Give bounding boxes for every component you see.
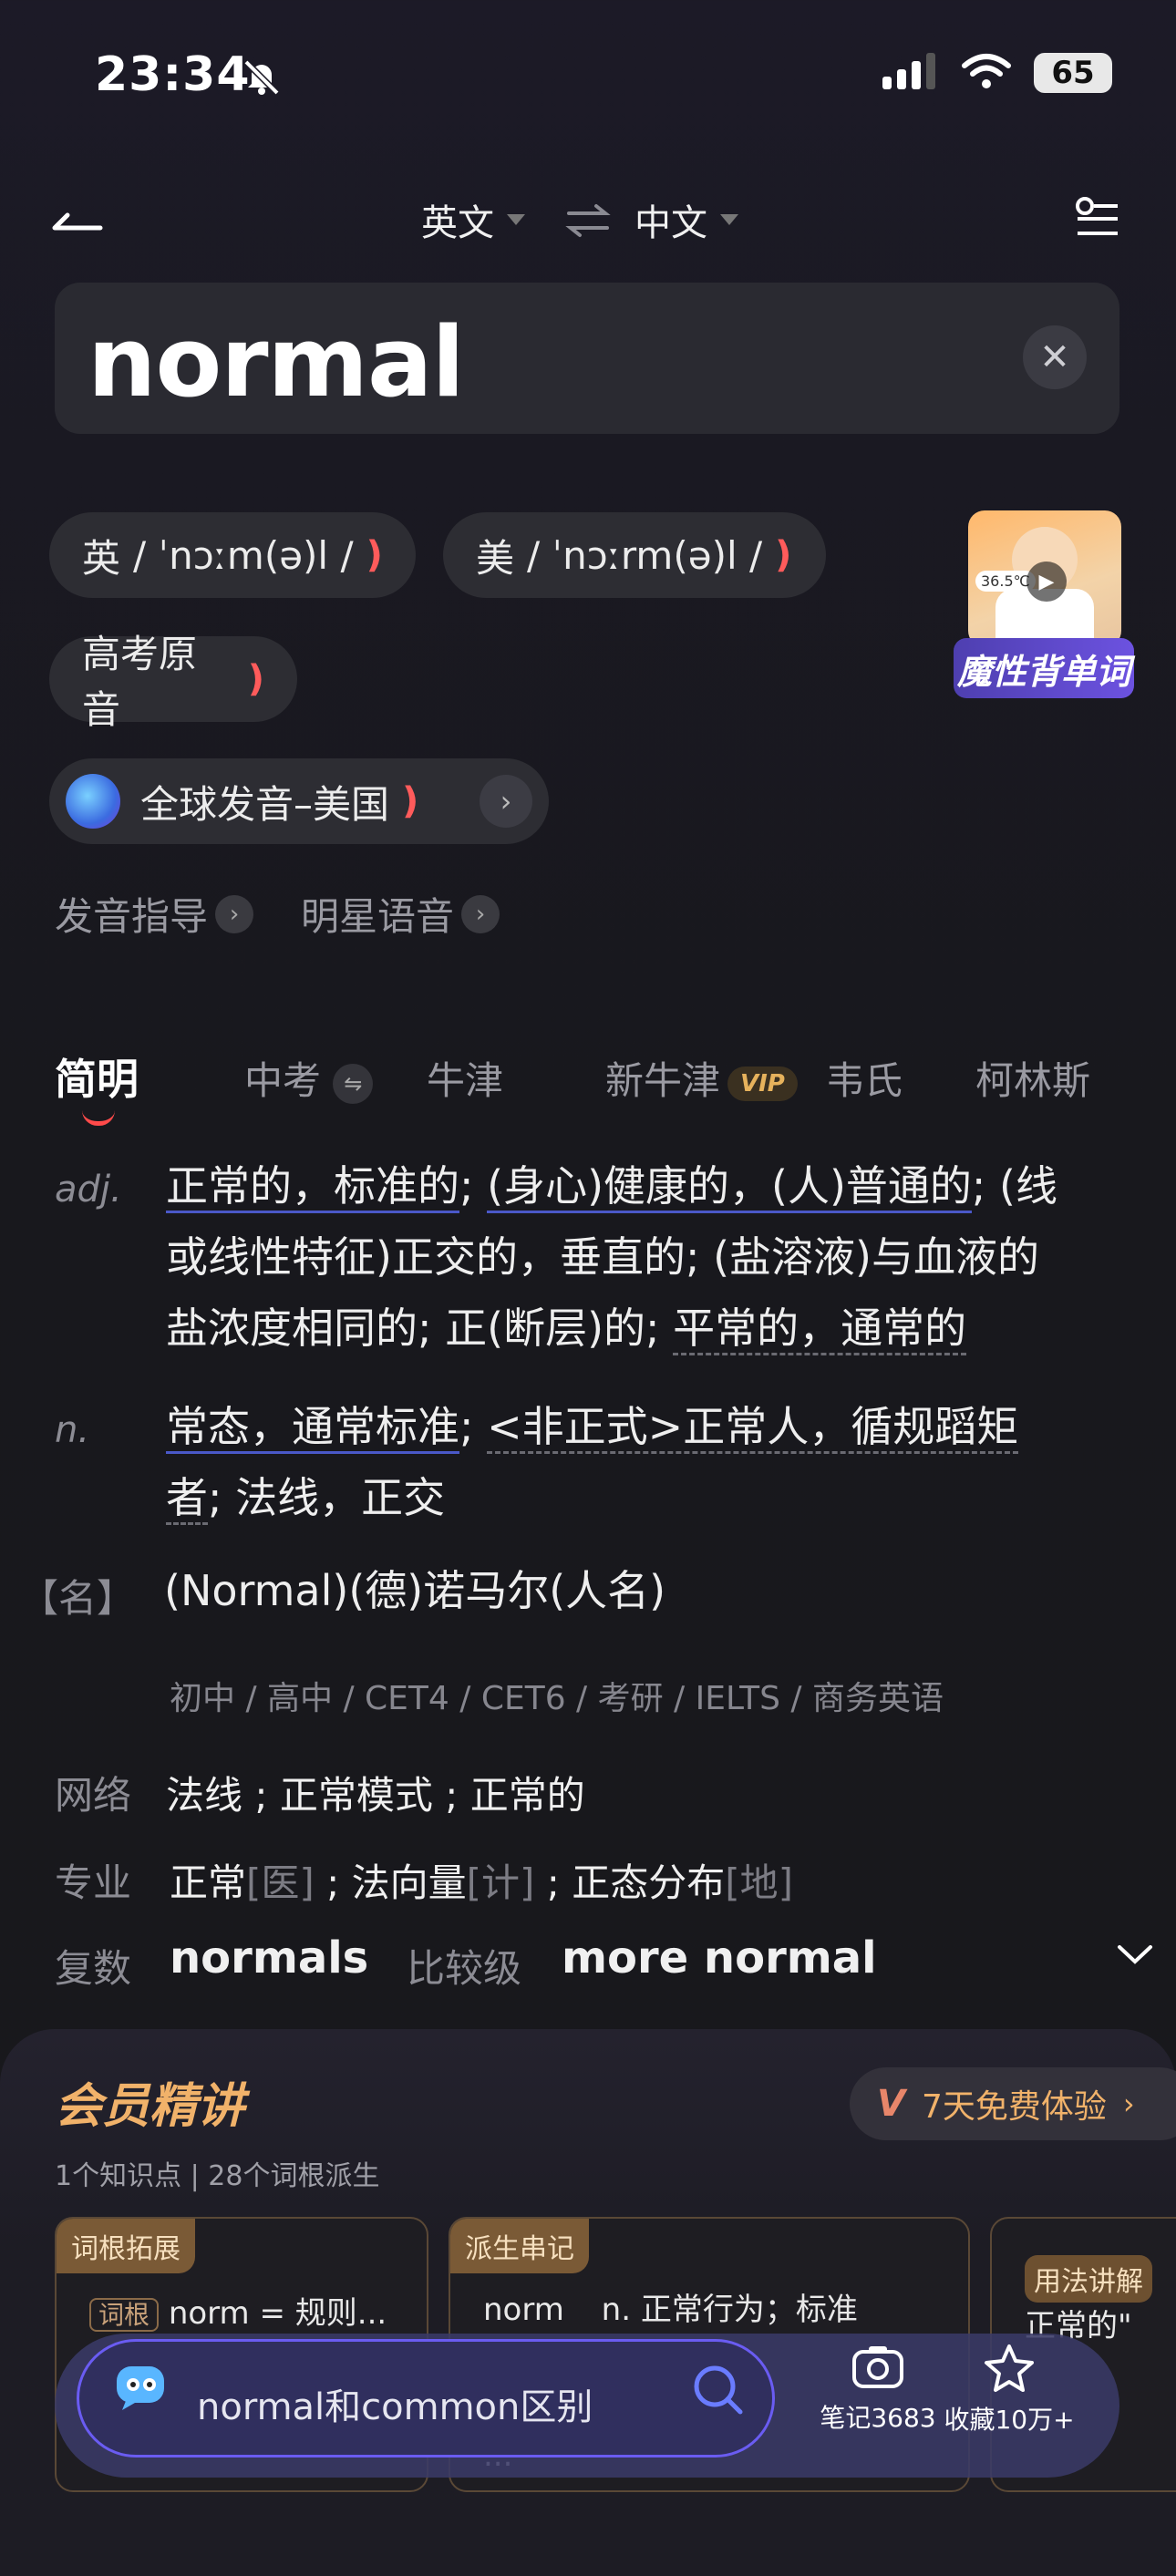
professional-value: 正常[医] ; 法向量[计] ; 正态分布[地]: [170, 1860, 794, 1905]
speaker-icon: ): [402, 780, 419, 822]
plural-value[interactable]: normals: [170, 1932, 368, 1984]
settings-toggle-icon[interactable]: [1074, 195, 1121, 246]
plural-label: 复数: [55, 1946, 132, 1991]
definition-name: (Normal)(德)诺马尔(人名): [164, 1566, 666, 1615]
definition-link[interactable]: 常态，通常标准: [166, 1402, 459, 1454]
speaker-icon: ): [247, 658, 264, 700]
definition-link[interactable]: 平常的，通常的: [673, 1303, 967, 1355]
search-query[interactable]: normal: [88, 306, 465, 418]
web-label: 网络: [55, 1773, 132, 1818]
us-pronunciation-button[interactable]: 美 / ˈnɔːrm(ə)l / ): [443, 512, 826, 598]
search-icon[interactable]: [691, 2363, 746, 2421]
tab-webster[interactable]: 韦氏: [826, 1050, 903, 1106]
definition-link[interactable]: <非正式>正常人，循规蹈矩: [487, 1402, 1019, 1454]
camera-note-icon: [810, 2343, 946, 2398]
v-logo-icon: V: [877, 2083, 905, 2125]
battery-indicator: 65: [1034, 53, 1112, 93]
tab-collins[interactable]: 柯林斯: [975, 1050, 1090, 1106]
play-icon[interactable]: ▶: [1026, 562, 1067, 602]
globe-avatar-icon: [66, 774, 120, 829]
back-arrow-icon[interactable]: [49, 202, 104, 239]
definition-noun: 常态，通常标准; <非正式>正常人，循规蹈矩 者; 法线，正交: [166, 1391, 1132, 1533]
pos-noun: n.: [55, 1409, 90, 1451]
star-icon: [941, 2343, 1078, 2400]
pos-adj: adj.: [55, 1169, 122, 1211]
vip-badge: VIP: [727, 1066, 798, 1101]
pos-name: 【名】: [20, 1576, 136, 1621]
tab-zhongkao[interactable]: 中考 ⇋: [244, 1050, 374, 1106]
chat-bot-icon: [113, 2361, 171, 2416]
favorites-button[interactable]: 收藏10万+: [941, 2343, 1078, 2437]
promo-label[interactable]: 魔性背单词: [954, 638, 1134, 698]
source-language-select[interactable]: 英文: [421, 193, 525, 246]
definition-link[interactable]: 正常的，标准的: [166, 1161, 459, 1213]
uk-pronunciation-button[interactable]: 英 / ˈnɔːm(ə)l / ): [49, 512, 416, 598]
wifi-icon: [961, 53, 1012, 93]
free-trial-button[interactable]: V 7天免费体验 ›: [850, 2067, 1176, 2140]
definition-adj: 正常的，标准的; (身心)健康的，(人)普通的; (线 或线性特征)正交的，垂直…: [166, 1150, 1132, 1364]
status-time: 23:34: [95, 47, 251, 102]
exam-levels: 初中 / 高中 / CET4 / CET6 / 考研 / IELTS / 商务英…: [170, 1680, 944, 1717]
comparative-value[interactable]: more normal: [562, 1932, 877, 1984]
speaker-icon: ): [775, 534, 792, 576]
pronunciation-guide-link[interactable]: 发音指导 ›: [55, 886, 254, 942]
comparative-label: 比较级: [407, 1946, 522, 1991]
active-tab-indicator: [82, 1110, 115, 1126]
member-subtitle: 1个知识点 | 28个词根派生: [55, 2160, 380, 2192]
chevron-right-icon: ›: [461, 894, 500, 933]
chevron-right-icon[interactable]: ›: [480, 775, 532, 828]
target-language-select[interactable]: 中文: [634, 193, 738, 246]
member-title: 会员精讲: [55, 2079, 245, 2134]
expand-chevron-icon[interactable]: [1116, 1942, 1154, 1971]
professional-label: 专业: [55, 1860, 132, 1905]
tab-oxford[interactable]: 牛津: [427, 1050, 503, 1106]
star-voice-link[interactable]: 明星语音 ›: [301, 886, 500, 942]
swap-languages-icon[interactable]: [565, 202, 611, 242]
clear-icon[interactable]: ✕: [1023, 325, 1087, 389]
tab-new-oxford[interactable]: 新牛津 VIP: [605, 1050, 798, 1106]
signal-icon: [882, 53, 939, 93]
status-icons: 65: [882, 53, 1112, 93]
global-pronunciation-button[interactable]: 全球发音–美国 ) ›: [49, 758, 549, 844]
gaokao-audio-button[interactable]: 高考原音 ): [49, 632, 297, 732]
notes-button[interactable]: 笔记3683: [810, 2343, 946, 2435]
definition-link[interactable]: (身心)健康的，(人)普通的: [487, 1161, 972, 1213]
silent-bell-icon: [241, 57, 283, 102]
web-value: 法线 ; 正常模式 ; 正常的: [166, 1773, 585, 1818]
switch-icon: ⇋: [333, 1063, 374, 1104]
tab-jianming[interactable]: 简明: [55, 1046, 139, 1107]
ai-search-query[interactable]: normal和common区别: [197, 2377, 593, 2430]
promo-video-thumbnail[interactable]: 36.5℃ ▶: [968, 510, 1121, 647]
speaker-icon: ): [366, 534, 383, 576]
chevron-right-icon: ›: [215, 894, 254, 933]
